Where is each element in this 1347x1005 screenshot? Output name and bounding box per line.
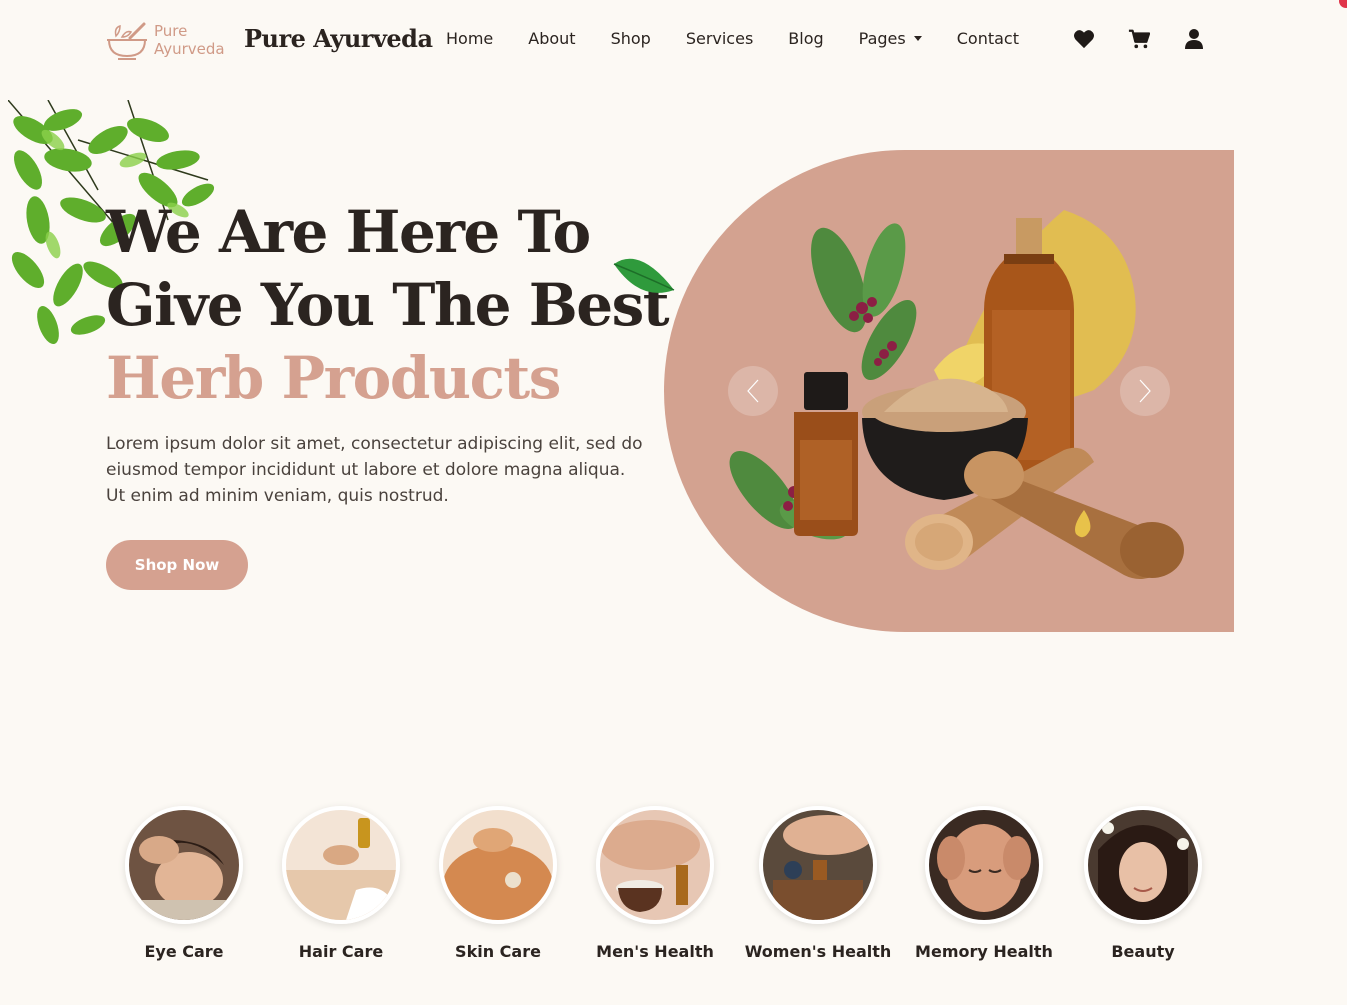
category-mens-health[interactable]: Men's Health — [570, 806, 740, 961]
navbar: Pure Ayurveda Pure Ayurveda Home About S… — [0, 0, 1347, 80]
logo-text: Pure Ayurveda — [154, 22, 225, 58]
nav-services[interactable]: Services — [686, 29, 753, 48]
logo-text-line2: Ayurveda — [154, 40, 225, 58]
caret-down-icon — [913, 36, 922, 41]
hero-title-line1: We Are Here To — [106, 198, 591, 266]
mortar-pestle-icon — [107, 22, 147, 60]
category-hair-care[interactable]: Hair Care — [256, 806, 426, 961]
category-label: Women's Health — [744, 942, 892, 961]
hero-description: Lorem ipsum dolor sit amet, consectetur … — [106, 434, 643, 506]
category-image — [1084, 806, 1202, 924]
nav-contact[interactable]: Contact — [957, 29, 1019, 48]
category-eye-care[interactable]: Eye Care — [99, 806, 269, 961]
hero-title-line2: Give You The Best — [106, 271, 670, 339]
category-beauty[interactable]: Beauty — [1058, 806, 1228, 961]
category-memory-health[interactable]: Memory Health — [899, 806, 1069, 961]
chevron-left-icon — [747, 379, 759, 403]
brand-name[interactable]: Pure Ayurveda — [244, 24, 433, 53]
cart-icon[interactable] — [1128, 28, 1150, 50]
category-label: Eye Care — [144, 942, 224, 961]
user-icon[interactable] — [1183, 28, 1205, 50]
heart-icon[interactable] — [1073, 28, 1095, 50]
nav-pages-label: Pages — [858, 29, 906, 48]
hero-title: We Are Here To Give You The Best Herb Pr… — [106, 196, 686, 415]
category-image — [282, 806, 400, 924]
nav-blog[interactable]: Blog — [788, 29, 823, 48]
slider-next-button[interactable] — [1120, 366, 1170, 416]
category-image — [439, 806, 557, 924]
nav-about[interactable]: About — [528, 29, 575, 48]
slider-prev-button[interactable] — [728, 366, 778, 416]
category-image — [759, 806, 877, 924]
category-image — [925, 806, 1043, 924]
nav-home[interactable]: Home — [446, 29, 493, 48]
category-womens-health[interactable]: Women's Health — [733, 806, 903, 961]
nav-icons — [1073, 28, 1238, 50]
main-nav: Home About Shop Services Blog Pages Cont… — [446, 29, 1054, 48]
category-image — [596, 806, 714, 924]
category-label: Hair Care — [298, 942, 384, 961]
category-skin-care[interactable]: Skin Care — [413, 806, 583, 961]
logo-text-line1: Pure — [154, 22, 188, 40]
category-label: Skin Care — [455, 942, 541, 961]
category-list: Eye Care Hair Care Skin Care Men's Healt… — [0, 806, 1347, 976]
shop-now-button[interactable]: Shop Now — [106, 540, 248, 590]
nav-pages-dropdown[interactable]: Pages — [859, 29, 922, 48]
chevron-right-icon — [1139, 379, 1151, 403]
category-label: Memory Health — [915, 942, 1053, 961]
logo[interactable]: Pure Ayurveda — [104, 18, 225, 62]
nav-shop[interactable]: Shop — [611, 29, 651, 48]
category-image — [125, 806, 243, 924]
hero-title-accent: Herb Products — [106, 344, 561, 412]
category-label: Beauty — [1111, 942, 1175, 961]
category-label: Men's Health — [596, 942, 714, 961]
notification-dot — [1339, 0, 1347, 8]
hero-slider — [664, 150, 1234, 632]
